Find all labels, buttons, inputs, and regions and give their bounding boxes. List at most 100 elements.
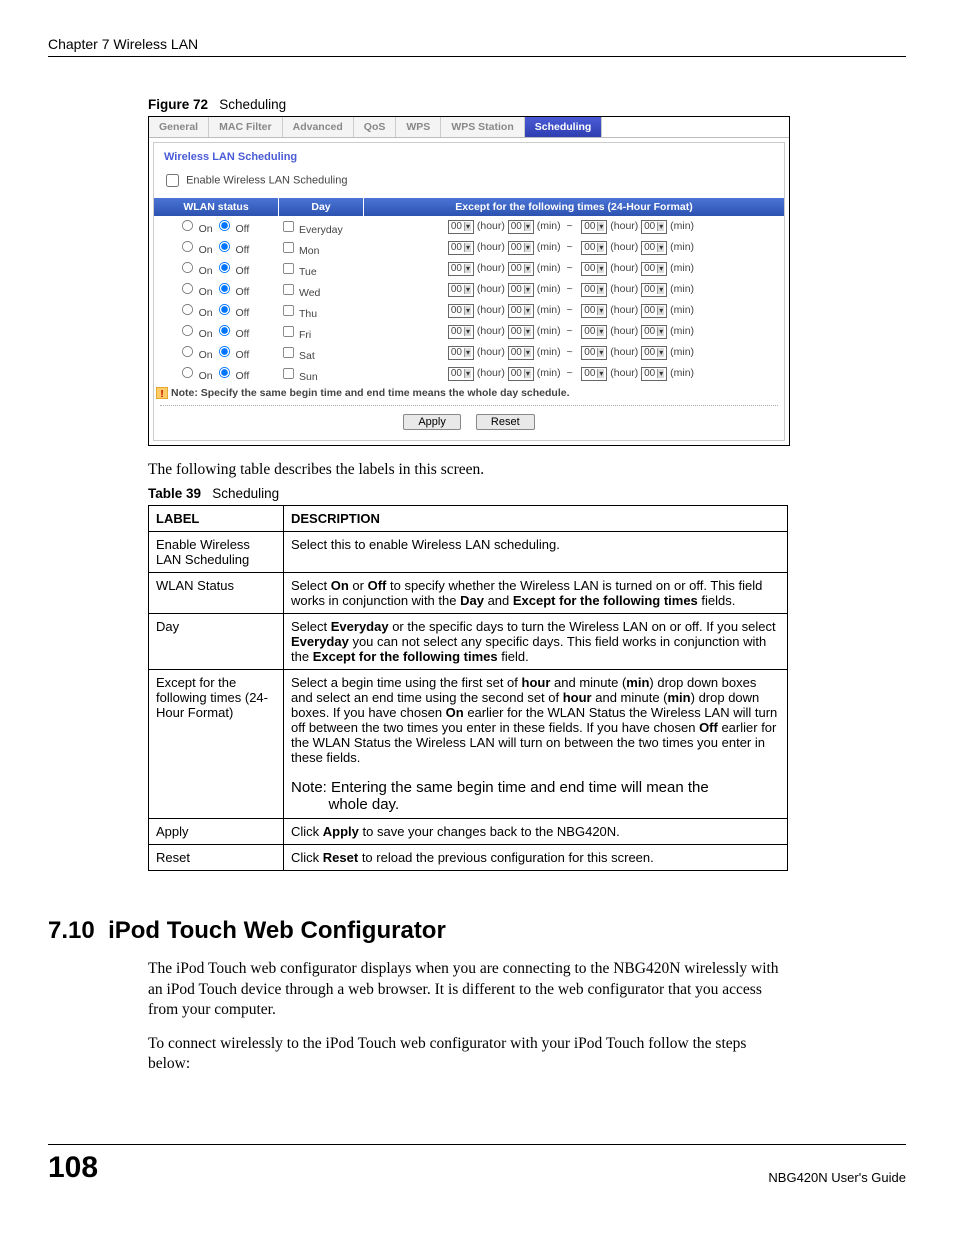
time-select[interactable]: 00 [448, 346, 474, 360]
section-number: 7.10 [48, 917, 95, 944]
time-select[interactable]: 00 [641, 283, 667, 297]
wlan-on-radio[interactable] [182, 261, 193, 272]
guide-name: NBG420N User's Guide [768, 1170, 906, 1185]
section-para-2: To connect wirelessly to the iPod Touch … [148, 1034, 788, 1074]
wlan-off-radio[interactable] [219, 324, 230, 335]
tab-mac-filter[interactable]: MAC Filter [209, 117, 283, 137]
day-label: Sun [299, 371, 318, 383]
enable-scheduling-checkbox[interactable] [166, 174, 179, 187]
time-select[interactable]: 00 [581, 325, 607, 339]
time-select[interactable]: 00 [508, 220, 534, 234]
time-select[interactable]: 00 [508, 241, 534, 255]
time-select[interactable]: 00 [581, 283, 607, 297]
time-select[interactable]: 00 [508, 325, 534, 339]
day-checkbox[interactable] [283, 284, 294, 295]
day-checkbox[interactable] [283, 242, 294, 253]
time-select[interactable]: 00 [641, 220, 667, 234]
tab-general[interactable]: General [149, 117, 209, 137]
time-select[interactable]: 00 [581, 220, 607, 234]
cell-label: Day [149, 614, 284, 670]
time-select[interactable]: 00 [581, 346, 607, 360]
day-label: Thu [299, 308, 317, 320]
time-select[interactable]: 00 [508, 262, 534, 276]
wlan-on-radio[interactable] [182, 345, 193, 356]
table-row: Enable Wireless LAN SchedulingSelect thi… [149, 532, 788, 573]
time-select[interactable]: 00 [641, 367, 667, 381]
day-label: Sat [299, 350, 315, 362]
section-title: iPod Touch Web Configurator [108, 917, 446, 944]
cell-label: Reset [149, 845, 284, 871]
tab-advanced[interactable]: Advanced [283, 117, 354, 137]
tab-wps[interactable]: WPS [396, 117, 441, 137]
tab-bar: GeneralMAC FilterAdvancedQoSWPSWPS Stati… [149, 117, 789, 138]
time-select[interactable]: 00 [508, 367, 534, 381]
wlan-off-radio[interactable] [219, 240, 230, 251]
day-checkbox[interactable] [283, 263, 294, 274]
schedule-row: On OffTue00 (hour) 00 (min) ~ 00 (hour) … [154, 258, 784, 279]
cell-label: Apply [149, 819, 284, 845]
figure-prefix: Figure 72 [148, 97, 208, 112]
tab-wps-station[interactable]: WPS Station [441, 117, 524, 137]
tab-qos[interactable]: QoS [354, 117, 397, 137]
wlan-off-radio[interactable] [219, 366, 230, 377]
wlan-on-radio[interactable] [182, 366, 193, 377]
time-select[interactable]: 00 [641, 262, 667, 276]
chapter-header: Chapter 7 Wireless LAN [48, 36, 906, 57]
time-select[interactable]: 00 [641, 346, 667, 360]
page-footer: 108 NBG420N User's Guide [48, 1144, 906, 1185]
time-select[interactable]: 00 [448, 220, 474, 234]
day-checkbox[interactable] [283, 305, 294, 316]
schedule-row: On OffSat00 (hour) 00 (min) ~ 00 (hour) … [154, 342, 784, 363]
col-label: LABEL [149, 506, 284, 532]
day-checkbox[interactable] [283, 221, 294, 232]
time-select[interactable]: 00 [581, 241, 607, 255]
schedule-row: On OffFri00 (hour) 00 (min) ~ 00 (hour) … [154, 321, 784, 342]
table-title: Scheduling [212, 486, 279, 501]
wlan-off-radio[interactable] [219, 219, 230, 230]
wlan-off-radio[interactable] [219, 303, 230, 314]
page-number: 108 [48, 1151, 98, 1185]
wlan-on-radio[interactable] [182, 282, 193, 293]
time-select[interactable]: 00 [448, 304, 474, 318]
schedule-row: On OffEveryday00 (hour) 00 (min) ~ 00 (h… [154, 216, 784, 237]
wlan-off-radio[interactable] [219, 261, 230, 272]
day-checkbox[interactable] [283, 326, 294, 337]
cell-label: Except for the following times (24-Hour … [149, 670, 284, 819]
table-prefix: Table 39 [148, 486, 201, 501]
table-row: Except for the following times (24-Hour … [149, 670, 788, 819]
wlan-on-radio[interactable] [182, 240, 193, 251]
schedule-row: On OffWed00 (hour) 00 (min) ~ 00 (hour) … [154, 279, 784, 300]
cell-description: Select this to enable Wireless LAN sched… [284, 532, 788, 573]
time-select[interactable]: 00 [448, 241, 474, 255]
day-checkbox[interactable] [283, 347, 294, 358]
cell-label: Enable Wireless LAN Scheduling [149, 532, 284, 573]
time-select[interactable]: 00 [581, 367, 607, 381]
time-select[interactable]: 00 [641, 325, 667, 339]
time-select[interactable]: 00 [508, 283, 534, 297]
wlan-on-radio[interactable] [182, 303, 193, 314]
wlan-off-radio[interactable] [219, 282, 230, 293]
wlan-on-radio[interactable] [182, 219, 193, 230]
time-select[interactable]: 00 [581, 262, 607, 276]
time-select[interactable]: 00 [448, 367, 474, 381]
reset-button[interactable]: Reset [476, 414, 535, 430]
section-heading: 7.10 iPod Touch Web Configurator [48, 917, 906, 945]
tab-scheduling[interactable]: Scheduling [525, 117, 603, 137]
apply-button[interactable]: Apply [403, 414, 461, 430]
time-select[interactable]: 00 [508, 346, 534, 360]
time-select[interactable]: 00 [641, 241, 667, 255]
wlan-off-radio[interactable] [219, 345, 230, 356]
wlan-on-radio[interactable] [182, 324, 193, 335]
time-select[interactable]: 00 [508, 304, 534, 318]
day-label: Everyday [299, 224, 343, 236]
time-select[interactable]: 00 [448, 283, 474, 297]
day-checkbox[interactable] [283, 368, 294, 379]
time-select[interactable]: 00 [448, 262, 474, 276]
day-label: Tue [299, 266, 317, 278]
time-select[interactable]: 00 [448, 325, 474, 339]
time-select[interactable]: 00 [581, 304, 607, 318]
cell-description: Select On or Off to specify whether the … [284, 573, 788, 614]
time-select[interactable]: 00 [641, 304, 667, 318]
table-row: WLAN StatusSelect On or Off to specify w… [149, 573, 788, 614]
table-row: DaySelect Everyday or the specific days … [149, 614, 788, 670]
